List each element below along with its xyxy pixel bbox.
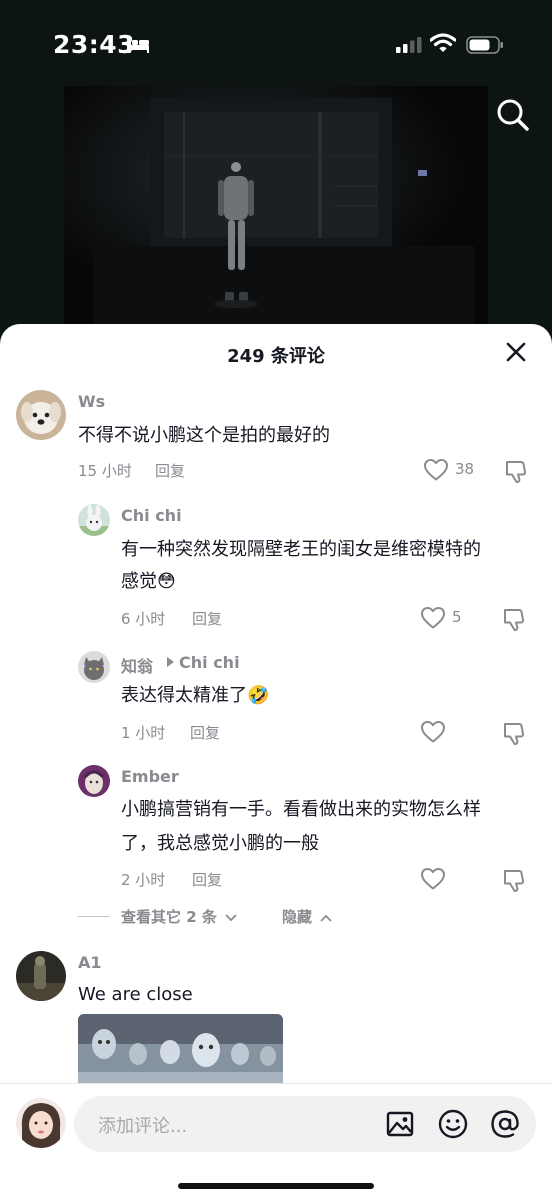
- image-icon[interactable]: [386, 1110, 414, 1138]
- comment-count-title: 249 条评论: [227, 346, 325, 367]
- ember-avatar-image: [78, 765, 110, 797]
- comment-time: 6 小时: [121, 610, 166, 628]
- hide-label: 隐藏: [282, 908, 313, 926]
- emoji-icon[interactable]: [438, 1109, 468, 1139]
- wifi-icon: [430, 33, 456, 52]
- reply-button[interactable]: 回复: [190, 722, 220, 743]
- close-icon[interactable]: [504, 340, 528, 364]
- robots-crowd-image: [78, 1014, 283, 1094]
- video-player[interactable]: [64, 86, 488, 336]
- reply-button[interactable]: 回复: [192, 869, 222, 890]
- comment-time: 1 小时: [121, 724, 166, 742]
- rabbit-avatar-image: [78, 504, 110, 536]
- comment-text-line: 了，我总感觉小鹏的一般: [121, 833, 319, 854]
- like-count: 5: [452, 608, 462, 626]
- thumbs-down-icon[interactable]: [502, 720, 528, 746]
- comment-username[interactable]: 知翁: [121, 653, 153, 677]
- heart-icon[interactable]: [420, 867, 446, 891]
- a1-avatar-image: [16, 951, 66, 1001]
- my-avatar[interactable]: [16, 1098, 66, 1148]
- comment-time: 2 小时: [121, 871, 166, 889]
- cat-avatar-image: [78, 651, 110, 683]
- battery-icon: [466, 36, 503, 54]
- avatar[interactable]: [16, 951, 66, 1001]
- video-frame: [64, 86, 488, 336]
- dog-avatar-image: [16, 390, 66, 440]
- avatar[interactable]: [78, 765, 110, 797]
- view-more-divider: [78, 916, 110, 917]
- comment-text-line: 小鹏搞营销有一手。看看做出来的实物怎么样: [121, 799, 481, 820]
- home-indicator: [178, 1183, 374, 1189]
- status-time: 23:43: [53, 30, 136, 59]
- comment-username[interactable]: Ember: [121, 767, 179, 786]
- search-icon[interactable]: [496, 98, 530, 132]
- comment-username[interactable]: A1: [78, 953, 102, 972]
- comment-text: 表达得太精准了🤣: [121, 685, 270, 706]
- status-bar: 23:43: [0, 0, 552, 86]
- hide-replies-button[interactable]: 隐藏: [282, 906, 332, 927]
- mention-icon[interactable]: [490, 1109, 520, 1139]
- comment-input[interactable]: 添加评论...: [74, 1096, 536, 1152]
- thumbs-down-icon[interactable]: [502, 867, 528, 893]
- comment-text-line: 感觉😳: [121, 571, 176, 592]
- comment-time: 15 小时: [78, 462, 132, 480]
- signal-icon: [396, 37, 422, 53]
- heart-icon[interactable]: [423, 458, 449, 482]
- heart-icon[interactable]: [420, 720, 446, 744]
- comment-text-line: 有一种突然发现隔壁老王的闺女是维密模特的: [121, 539, 481, 560]
- comment-username[interactable]: Chi chi: [121, 506, 182, 525]
- avatar[interactable]: [78, 504, 110, 536]
- chevron-down-icon: [225, 914, 237, 922]
- comment-image[interactable]: [78, 1014, 283, 1094]
- view-more-replies-button[interactable]: 查看其它 2 条: [121, 906, 237, 927]
- comment-username[interactable]: Ws: [78, 392, 105, 411]
- comment-text: 不得不说小鹏这个是拍的最好的: [78, 425, 330, 446]
- avatar[interactable]: [78, 651, 110, 683]
- sleep-icon: [127, 37, 149, 53]
- caret-right-icon: [167, 657, 174, 667]
- chevron-up-icon: [320, 914, 332, 922]
- view-more-label: 查看其它 2 条: [121, 908, 217, 926]
- reply-button[interactable]: 回复: [155, 460, 185, 481]
- reply-button[interactable]: 回复: [192, 608, 222, 629]
- reply-to-username[interactable]: Chi chi: [179, 653, 240, 672]
- comments-sheet: 249 条评论 Ws 不得不说小鹏这个是拍的最好的 15 小时 回复 38 Ch…: [0, 324, 552, 1200]
- user-avatar-image: [16, 1098, 66, 1148]
- like-count: 38: [455, 460, 475, 478]
- comment-text: We are close: [78, 984, 193, 1005]
- comment-input-placeholder: 添加评论...: [98, 1116, 188, 1137]
- heart-icon[interactable]: [420, 606, 446, 630]
- thumbs-down-icon[interactable]: [504, 458, 530, 484]
- thumbs-down-icon[interactable]: [502, 606, 528, 632]
- avatar[interactable]: [16, 390, 66, 440]
- comment-input-bar: 添加评论...: [0, 1083, 552, 1200]
